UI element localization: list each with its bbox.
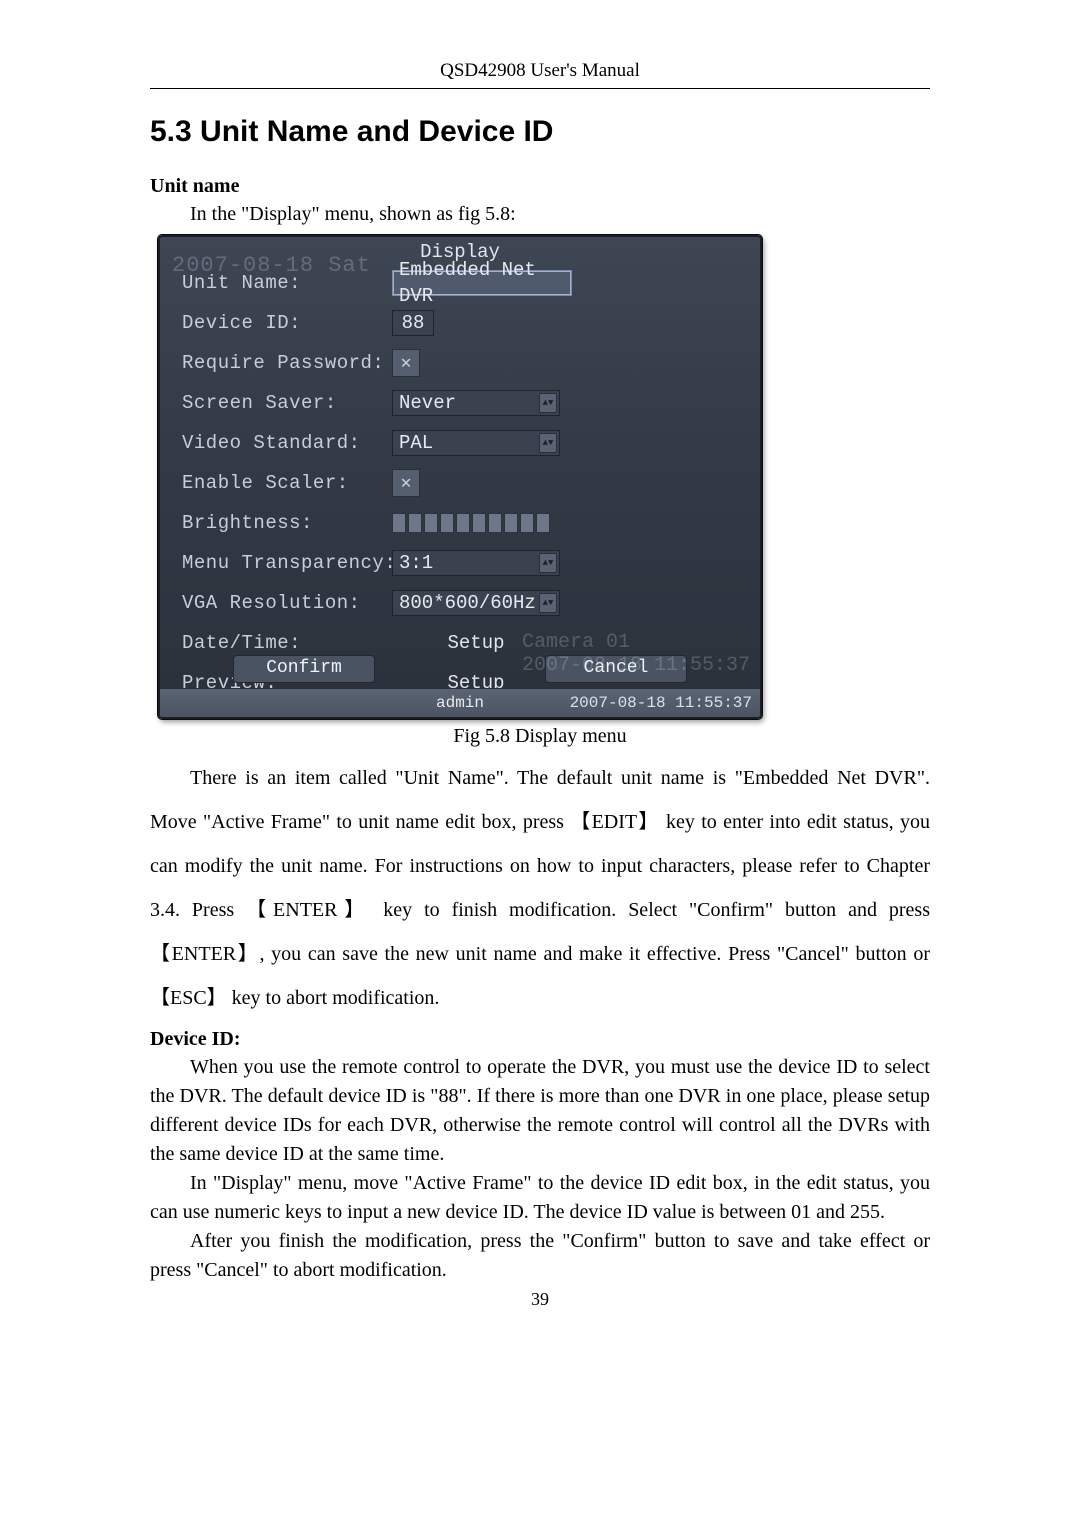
checkbox-require-password[interactable] — [392, 349, 420, 377]
label-video-standard: Video Standard: — [182, 432, 392, 454]
label-screen-saver: Screen Saver: — [182, 392, 392, 414]
row-menu-transparency: Menu Transparency: 3:1 ▲▼ — [182, 543, 746, 583]
figure-caption: Fig 5.8 Display menu — [150, 725, 930, 748]
status-timestamp: 2007-08-18 11:55:37 — [570, 694, 752, 712]
label-require-password: Require Password: — [182, 352, 392, 374]
label-enable-scaler: Enable Scaler: — [182, 472, 392, 494]
input-device-id[interactable]: 88 — [392, 310, 434, 336]
paragraph-unit-name-desc: There is an item called "Unit Name". The… — [150, 756, 930, 1020]
header-rule — [150, 88, 930, 89]
row-require-password: Require Password: — [182, 343, 746, 383]
dvr-display-menu: 2007-08-18 Sat Display Unit Name: Embedd… — [158, 235, 762, 719]
status-bar: admin 2007-08-18 11:55:37 — [160, 688, 760, 717]
value-vga-resolution: 800*600/60Hz — [399, 590, 536, 616]
value-unit-name: Embedded Net DVR — [399, 257, 565, 309]
page-number: 39 — [150, 1289, 930, 1310]
row-device-id: Device ID: 88 — [182, 303, 746, 343]
section-title: 5.3 Unit Name and Device ID — [150, 115, 930, 149]
label-unit-name: Unit Name: — [182, 272, 392, 294]
select-vga-resolution[interactable]: 800*600/60Hz ▲▼ — [392, 590, 560, 616]
osd-camera-overlay: Camera 01 2007-08-18 11:55:37 — [522, 631, 750, 677]
select-screen-saver[interactable]: Never ▲▼ — [392, 390, 560, 416]
row-unit-name: Unit Name: Embedded Net DVR — [182, 263, 746, 303]
value-video-standard: PAL — [399, 430, 433, 456]
value-screen-saver: Never — [399, 390, 456, 416]
intro-line: In the "Display" menu, shown as fig 5.8: — [150, 200, 930, 229]
spinner-icon: ▲▼ — [539, 393, 557, 413]
label-date-time: Date/Time: — [182, 632, 392, 654]
spinner-icon: ▲▼ — [539, 433, 557, 453]
status-user: admin — [436, 694, 484, 712]
checkbox-enable-scaler[interactable] — [392, 469, 420, 497]
label-device-id: Device ID: — [182, 312, 392, 334]
page-header: QSD42908 User's Manual — [150, 60, 930, 82]
row-enable-scaler: Enable Scaler: — [182, 463, 746, 503]
label-brightness: Brightness: — [182, 512, 392, 534]
select-menu-transparency[interactable]: 3:1 ▲▼ — [392, 550, 560, 576]
input-unit-name[interactable]: Embedded Net DVR — [392, 270, 572, 296]
paragraph-device-id-1: When you use the remote control to opera… — [150, 1053, 930, 1169]
row-brightness: Brightness: — [182, 503, 746, 543]
select-video-standard[interactable]: PAL ▲▼ — [392, 430, 560, 456]
spinner-icon: ▲▼ — [539, 593, 557, 613]
row-vga-resolution: VGA Resolution: 800*600/60Hz ▲▼ — [182, 583, 746, 623]
value-device-id: 88 — [402, 310, 425, 336]
slider-brightness[interactable] — [392, 513, 550, 533]
confirm-button[interactable]: Confirm — [233, 655, 375, 683]
document-page: QSD42908 User's Manual 5.3 Unit Name and… — [0, 0, 1080, 1350]
spinner-icon: ▲▼ — [539, 553, 557, 573]
label-vga-resolution: VGA Resolution: — [182, 592, 392, 614]
row-screen-saver: Screen Saver: Never ▲▼ — [182, 383, 746, 423]
value-menu-transparency: 3:1 — [399, 550, 433, 576]
paragraph-device-id-3: After you finish the modification, press… — [150, 1227, 930, 1285]
menu-rows: Unit Name: Embedded Net DVR Device ID: 8… — [182, 263, 746, 647]
row-video-standard: Video Standard: PAL ▲▼ — [182, 423, 746, 463]
subhead-device-id: Device ID: — [150, 1028, 930, 1051]
paragraph-device-id-2: In "Display" menu, move "Active Frame" t… — [150, 1169, 930, 1227]
label-menu-transparency: Menu Transparency: — [182, 552, 392, 574]
figure-5-8: 2007-08-18 Sat Display Unit Name: Embedd… — [158, 235, 758, 719]
subhead-unit-name: Unit name — [150, 175, 930, 198]
